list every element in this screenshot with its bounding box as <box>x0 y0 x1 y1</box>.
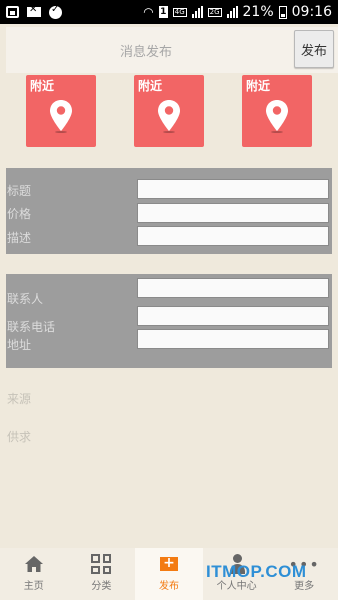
publish-button[interactable]: 发布 <box>294 30 334 68</box>
chat-icon <box>49 4 62 19</box>
location-pin-icon <box>158 100 180 133</box>
description-input[interactable] <box>137 226 329 246</box>
title-input[interactable] <box>137 179 329 199</box>
wifi-icon: ◠ <box>143 5 154 19</box>
item-info-form: 标题 价格 描述 <box>6 168 332 254</box>
nav-home[interactable]: 主页 <box>0 548 68 600</box>
nav-home-label: 主页 <box>23 581 44 592</box>
nearby-card-1[interactable]: 附近 <box>26 75 96 147</box>
address-label: 地址 <box>7 338 32 352</box>
nearby-label: 附近 <box>138 79 163 93</box>
nav-publish[interactable]: + 发布 <box>135 548 203 600</box>
contact-label: 联系人 <box>7 292 44 306</box>
price-input[interactable] <box>137 203 329 223</box>
battery-percent: 21% <box>242 4 274 20</box>
header: 消息发布 发布 <box>6 27 338 73</box>
phone-label: 联系电话 <box>7 320 56 334</box>
grid-icon <box>91 554 112 574</box>
supply-demand-selector[interactable]: 供求 <box>7 428 31 445</box>
nearby-card-3[interactable]: 附近 <box>242 75 312 147</box>
watermark: ITMOP.COM <box>206 562 307 581</box>
page-title: 消息发布 <box>119 44 172 60</box>
status-bar: ◠ 1 4G 2G 21% 09:16 <box>0 0 338 24</box>
nearby-card-2[interactable]: 附近 <box>134 75 204 147</box>
location-pin-icon <box>50 100 72 133</box>
price-label: 价格 <box>7 207 32 221</box>
sim-icon: 1 <box>158 6 168 18</box>
nav-category-label: 分类 <box>91 581 112 592</box>
title-label: 标题 <box>7 184 32 198</box>
mail-icon <box>27 4 41 17</box>
network-type-label: 4G <box>172 7 187 17</box>
nav-publish-label: 发布 <box>158 581 179 592</box>
clock: 09:16 <box>291 4 332 20</box>
photo-icon <box>6 6 19 18</box>
location-pin-icon <box>266 100 288 133</box>
description-label: 描述 <box>7 231 32 245</box>
source-selector[interactable]: 来源 <box>7 390 31 407</box>
house-icon <box>24 556 43 572</box>
battery-icon <box>278 5 287 19</box>
address-input[interactable] <box>137 329 329 349</box>
nearby-label: 附近 <box>246 79 271 93</box>
signal-2-icon <box>226 6 238 18</box>
network-type-2-label: 2G <box>207 7 222 17</box>
nav-category[interactable]: 分类 <box>68 548 136 600</box>
nearby-label: 附近 <box>30 79 55 93</box>
plus-icon: + <box>159 556 178 571</box>
contact-input[interactable] <box>137 278 329 298</box>
signal-icon <box>191 6 203 18</box>
phone-input[interactable] <box>137 306 329 326</box>
contact-info-form: 联系人 联系电话 地址 <box>6 274 332 368</box>
